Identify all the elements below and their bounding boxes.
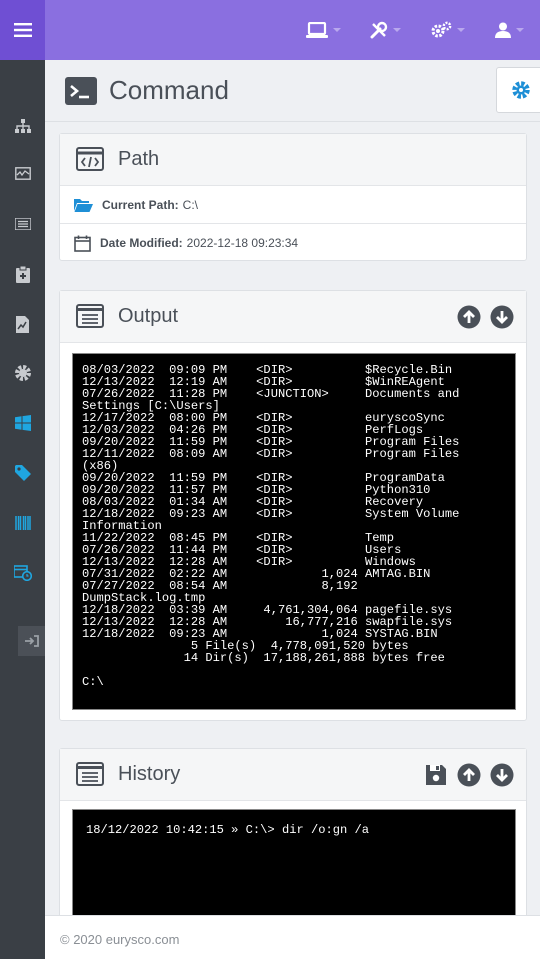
- settings-menu-button[interactable]: [416, 0, 478, 60]
- sidebar-item-tags[interactable]: [0, 453, 45, 493]
- save-icon[interactable]: [424, 763, 448, 787]
- sidebar-item-network[interactable]: [0, 106, 45, 146]
- chevron-down-icon: [456, 28, 465, 32]
- output-card-actions: [457, 305, 514, 329]
- terminal-icon: [65, 77, 97, 105]
- window-list-icon: [76, 304, 104, 328]
- code-window-icon: [76, 147, 104, 171]
- window-list-icon: [76, 762, 104, 786]
- sidebar: [0, 60, 45, 959]
- sidebar-item-list[interactable]: [0, 204, 45, 244]
- date-modified-row: Date Modified: 2022-12-18 09:23:34: [60, 224, 526, 262]
- gear-icon: [14, 365, 31, 381]
- top-nav-icons: [292, 0, 540, 60]
- menu-toggle-button[interactable]: [0, 0, 45, 60]
- scroll-down-icon[interactable]: [490, 763, 514, 787]
- page-settings-button[interactable]: [496, 67, 540, 113]
- date-modified-label: Date Modified:: [100, 236, 183, 250]
- sidebar-item-scheduled[interactable]: [0, 553, 45, 593]
- sidebar-item-monitor[interactable]: [0, 153, 45, 193]
- top-navbar: [0, 0, 540, 60]
- page-header: Command: [45, 60, 540, 122]
- windows-icon: [14, 415, 31, 431]
- clipboard-icon: [15, 265, 30, 283]
- output-terminal-text: 08/03/2022 09:09 PM <DIR> $Recycle.Bin 1…: [82, 363, 460, 689]
- history-card-title: History: [118, 763, 181, 785]
- calendar-clock-icon: [13, 565, 32, 581]
- output-terminal[interactable]: 08/03/2022 09:09 PM <DIR> $Recycle.Bin 1…: [72, 353, 516, 710]
- output-card: Output 08/03/2022 09:09 PM <DIR> $Recycl…: [59, 290, 527, 721]
- history-card-actions: [424, 763, 514, 787]
- barcode-icon: [14, 516, 31, 530]
- path-card-header: Path: [60, 134, 526, 186]
- history-card-header: History: [60, 749, 526, 801]
- sitemap-icon: [14, 119, 31, 133]
- page-title: Command: [109, 75, 229, 105]
- user-menu-button[interactable]: [478, 0, 540, 60]
- tools-icon: [370, 21, 387, 39]
- chevron-down-icon: [332, 28, 341, 32]
- footer-text: © 2020 eurysco.com: [60, 932, 180, 947]
- sign-out-icon: [24, 635, 39, 647]
- folder-open-icon: [74, 198, 93, 212]
- monitor-chart-icon: [14, 166, 31, 180]
- current-path-label: Current Path:: [102, 197, 179, 212]
- chevron-down-icon: [392, 28, 401, 32]
- path-card: Path Current Path: C:\ Date Modified: 20…: [59, 133, 527, 261]
- sidebar-item-reports[interactable]: [0, 304, 45, 344]
- history-entry[interactable]: 18/12/2022 10:42:15 » C:\> dir /o:gn /a: [86, 823, 515, 837]
- logout-button[interactable]: [18, 626, 45, 656]
- sidebar-item-clipboard[interactable]: [0, 254, 45, 294]
- footer: © 2020 eurysco.com: [45, 915, 540, 959]
- chevron-down-icon: [515, 28, 524, 32]
- hamburger-icon: [13, 23, 32, 37]
- list-icon: [14, 218, 31, 230]
- sidebar-item-settings[interactable]: [0, 353, 45, 393]
- sidebar-item-windows[interactable]: [0, 403, 45, 443]
- current-path-row: Current Path: C:\: [60, 186, 526, 224]
- laptop-menu-button[interactable]: [292, 0, 354, 60]
- tag-icon: [14, 465, 31, 481]
- output-card-title: Output: [118, 305, 179, 327]
- scroll-up-icon[interactable]: [457, 305, 481, 329]
- gear-icon: [512, 81, 530, 99]
- scroll-down-icon[interactable]: [490, 305, 514, 329]
- path-card-title: Path: [118, 148, 160, 170]
- calendar-icon: [74, 235, 91, 252]
- scroll-up-icon[interactable]: [457, 763, 481, 787]
- sidebar-item-barcode[interactable]: [0, 503, 45, 543]
- gears-icon: [431, 21, 451, 38]
- file-chart-icon: [16, 315, 29, 333]
- output-card-header: Output: [60, 291, 526, 343]
- history-terminal[interactable]: 18/12/2022 10:42:15 » C:\> dir /o:gn /a: [72, 809, 516, 917]
- user-icon: [494, 22, 511, 38]
- laptop-icon: [305, 22, 328, 38]
- tools-menu-button[interactable]: [354, 0, 416, 60]
- date-modified-value: 2022-12-18 09:23:34: [186, 236, 299, 250]
- current-path-value: C:\: [182, 197, 199, 212]
